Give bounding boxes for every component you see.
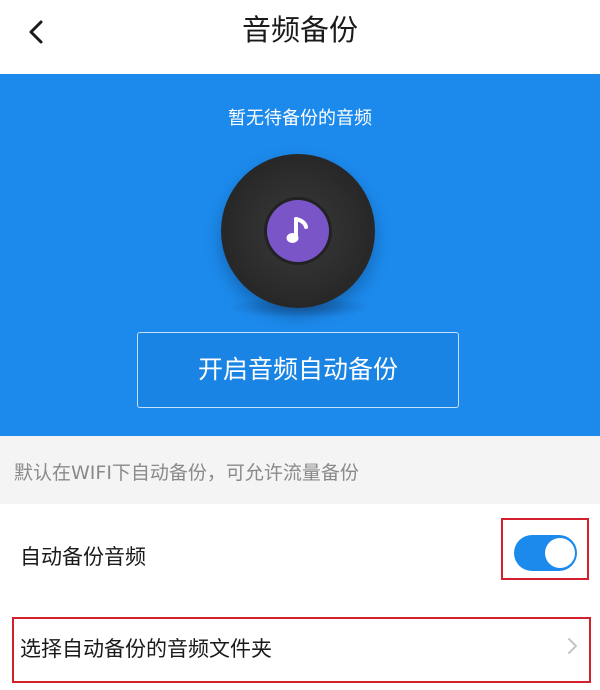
chevron-right-icon xyxy=(568,638,577,654)
toggle-highlight-box xyxy=(501,518,589,580)
hint-text: 默认在WIFI下自动备份，可允许流量备份 xyxy=(14,462,359,484)
hint-bar: 默认在WIFI下自动备份，可允许流量备份 xyxy=(0,436,600,504)
disc-label xyxy=(267,200,329,262)
back-button[interactable] xyxy=(14,12,58,52)
empty-status-text: 暂无待备份的音频 xyxy=(228,108,372,129)
toggle-knob xyxy=(545,538,575,568)
folder-select-label: 选择自动备份的音频文件夹 xyxy=(20,637,272,661)
vinyl-disc-illustration xyxy=(221,154,375,308)
hero-panel: 暂无待备份的音频 开启音频自动备份 xyxy=(0,74,600,436)
chevron-left-icon xyxy=(29,20,43,44)
page-title: 音频备份 xyxy=(241,13,358,47)
auto-backup-toggle[interactable] xyxy=(514,535,577,571)
music-note-icon xyxy=(286,217,308,243)
enable-auto-backup-button[interactable]: 开启音频自动备份 xyxy=(137,332,459,408)
header-bar: 音频备份 xyxy=(0,0,600,74)
auto-backup-label: 自动备份音频 xyxy=(20,545,146,569)
folder-select-row[interactable]: 选择自动备份的音频文件夹 xyxy=(0,600,600,690)
auto-backup-row: 自动备份音频 xyxy=(0,504,600,600)
